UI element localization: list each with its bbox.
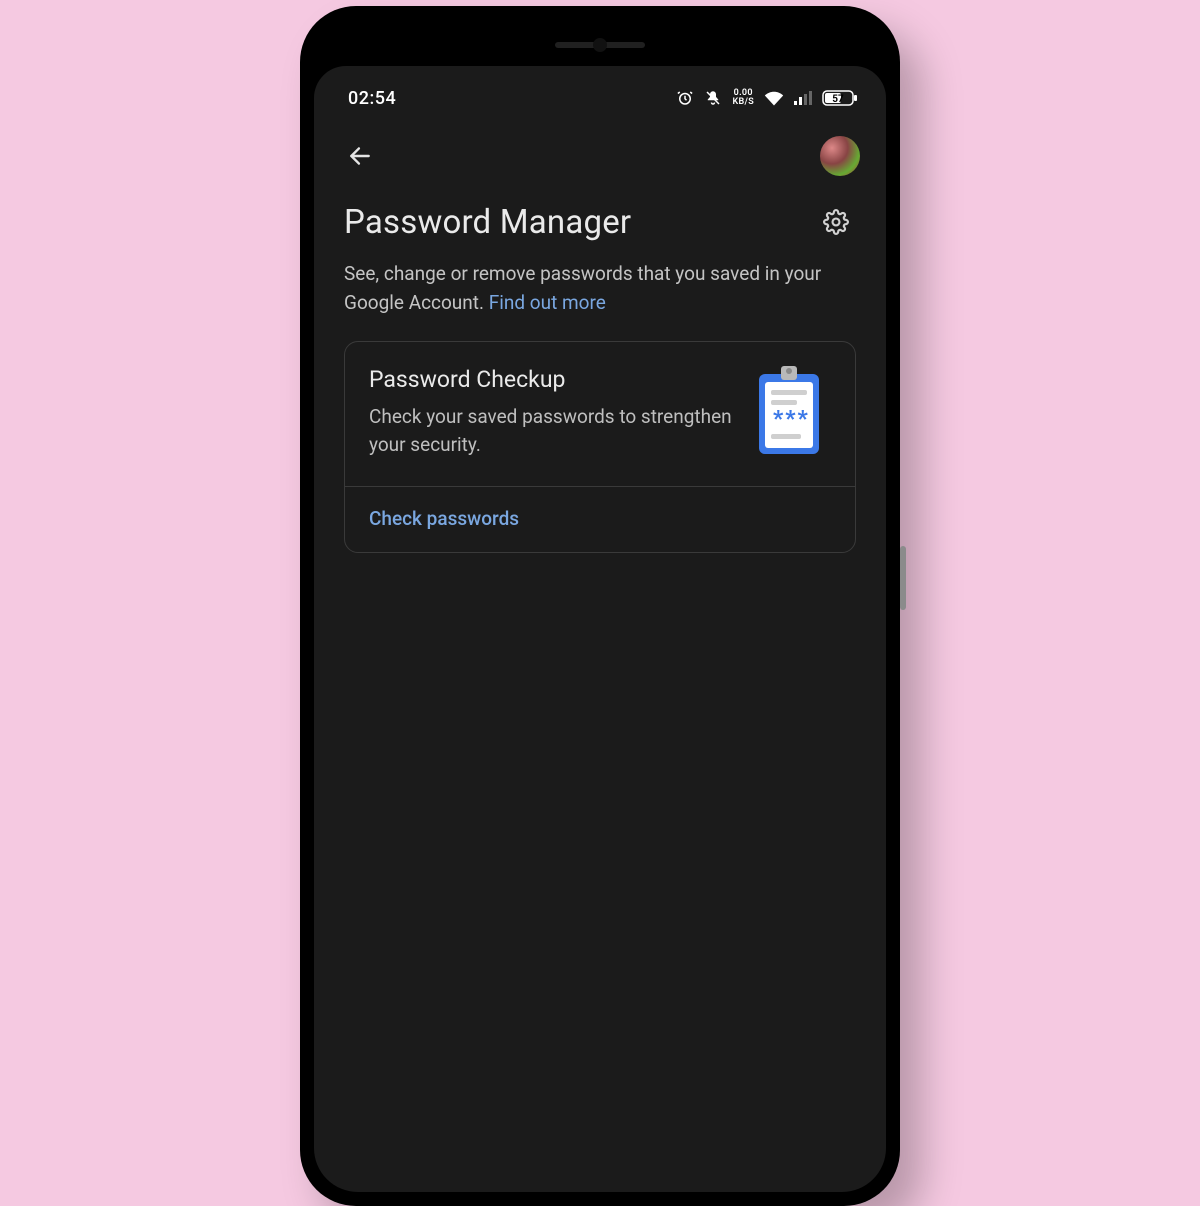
back-button[interactable] — [340, 136, 380, 176]
card-description: Check your saved passwords to strengthen… — [369, 403, 733, 458]
phone-bezel: 02:54 — [314, 20, 886, 1192]
clock: 02:54 — [348, 88, 396, 109]
app-bar — [314, 120, 886, 192]
wifi-icon — [764, 90, 784, 106]
page-subtitle: See, change or remove passwords that you… — [344, 260, 856, 317]
status-right: 0.00 KB/S — [676, 89, 858, 107]
data-rate: 0.00 KB/S — [732, 89, 754, 107]
front-camera — [593, 38, 607, 52]
clipboard-icon: *** — [753, 366, 831, 464]
gear-icon — [823, 209, 849, 235]
battery-indicator: 57 — [822, 90, 858, 106]
svg-text:***: *** — [773, 407, 810, 432]
signal-icon — [794, 91, 812, 105]
find-out-more-link[interactable]: Find out more — [489, 291, 606, 314]
status-bar: 02:54 — [314, 76, 886, 120]
check-passwords-button[interactable]: Check passwords — [345, 487, 855, 552]
title-row: Password Manager — [344, 202, 856, 242]
card-body: Password Checkup Check your saved passwo… — [345, 342, 855, 486]
phone-frame: 02:54 — [300, 6, 900, 1206]
settings-button[interactable] — [816, 202, 856, 242]
data-rate-unit: KB/S — [732, 98, 754, 107]
card-title: Password Checkup — [369, 366, 733, 393]
screen: 02:54 — [314, 66, 886, 1192]
password-checkup-card: Password Checkup Check your saved passwo… — [344, 341, 856, 553]
alarm-icon — [676, 89, 694, 107]
account-avatar[interactable] — [820, 136, 860, 176]
arrow-left-icon — [347, 143, 373, 169]
battery-pct: 57 — [832, 94, 844, 105]
content: Password Manager See, change or remove p… — [314, 192, 886, 553]
mute-icon — [704, 89, 722, 107]
page-title: Password Manager — [344, 203, 631, 242]
power-button — [900, 546, 906, 610]
